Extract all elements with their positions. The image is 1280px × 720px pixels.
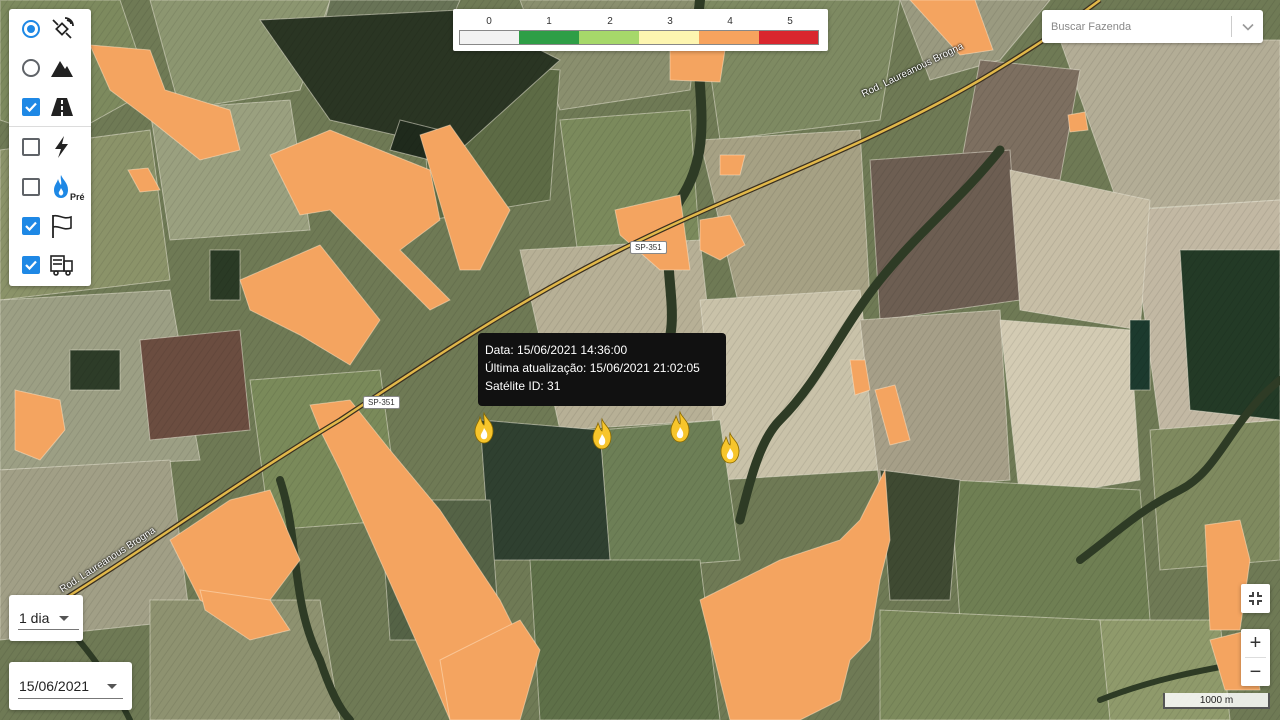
road-shield-sp351-lower: SP-351: [363, 396, 400, 409]
layer-separator: [9, 126, 91, 127]
roads-checkbox[interactable]: [22, 98, 40, 116]
truck-icon: [50, 255, 73, 276]
tooltip-date: Data: 15/06/2021 14:36:00: [485, 343, 628, 357]
fire-marker[interactable]: [718, 432, 742, 464]
lightning-icon: [55, 136, 68, 158]
layer-fire-pre[interactable]: Pré: [9, 168, 91, 206]
search-farm-placeholder: Buscar Fazenda: [1051, 21, 1132, 33]
legend-swatch-3: [639, 30, 699, 45]
legend-level-3: 3: [667, 16, 673, 27]
legend-swatch-1: [519, 30, 579, 45]
vehicles-checkbox[interactable]: [22, 256, 40, 274]
search-divider: [1231, 16, 1232, 37]
terrain-radio[interactable]: [22, 59, 40, 77]
fire-marker[interactable]: [472, 412, 496, 444]
layer-lightning[interactable]: [9, 128, 91, 166]
layer-satellite[interactable]: [9, 10, 91, 48]
fire-marker[interactable]: [668, 411, 692, 443]
chevron-down-icon: [59, 616, 69, 621]
legend-level-4: 4: [727, 16, 733, 27]
legend-swatch-2: [579, 30, 639, 45]
fire-info-tooltip: Data: 15/06/2021 14:36:00 Última atualiz…: [478, 333, 726, 406]
legend-level-2: 2: [607, 16, 613, 27]
zoom-out-button[interactable]: −: [1241, 658, 1270, 686]
flags-checkbox[interactable]: [22, 217, 40, 235]
road-icon: [51, 98, 73, 116]
date-select-underline: [18, 698, 123, 699]
legend-swatch-4: [699, 30, 759, 45]
layer-flags[interactable]: [9, 207, 91, 245]
chevron-down-icon[interactable]: [1241, 20, 1255, 34]
satellite-radio[interactable]: [22, 20, 40, 38]
tooltip-satellite-id: Satélite ID: 31: [485, 379, 561, 393]
legend-swatch-5: [759, 30, 819, 45]
date-select-value: 15/06/2021: [19, 678, 90, 694]
search-farm-select[interactable]: Buscar Fazenda: [1042, 10, 1263, 43]
fullscreen-button[interactable]: [1241, 584, 1270, 613]
layer-vehicles[interactable]: [9, 246, 91, 284]
legend-swatch-0: [459, 30, 519, 45]
fire-pre-checkbox[interactable]: [22, 178, 40, 196]
zoom-control: + −: [1241, 629, 1270, 686]
date-select[interactable]: 15/06/2021: [9, 662, 132, 710]
road-shield-sp351-upper: SP-351: [630, 241, 667, 254]
scale-bar: 1000 m: [1163, 693, 1270, 709]
period-select-underline: [18, 629, 79, 630]
chevron-down-icon: [107, 684, 117, 689]
fire-pre-badge: Pré: [70, 192, 85, 202]
satellite-icon: [52, 17, 74, 39]
legend-level-5: 5: [787, 16, 793, 27]
tooltip-last-update: Última atualização: 15/06/2021 21:02:05: [485, 361, 700, 375]
period-select[interactable]: 1 dia: [9, 595, 83, 641]
legend-level-0: 0: [486, 16, 492, 27]
fire-marker[interactable]: [590, 418, 614, 450]
zoom-in-button[interactable]: +: [1241, 629, 1270, 657]
layer-control-panel: Pré: [9, 9, 91, 286]
legend-level-1: 1: [546, 16, 552, 27]
fullscreen-exit-icon: [1249, 592, 1262, 605]
risk-legend: 0 1 2 3 4 5: [453, 9, 828, 51]
terrain-icon: [51, 61, 73, 77]
period-select-value: 1 dia: [19, 610, 50, 626]
layer-terrain[interactable]: [9, 49, 91, 87]
flag-icon: [52, 214, 72, 238]
lightning-checkbox[interactable]: [22, 138, 40, 156]
layer-roads[interactable]: [9, 88, 91, 126]
